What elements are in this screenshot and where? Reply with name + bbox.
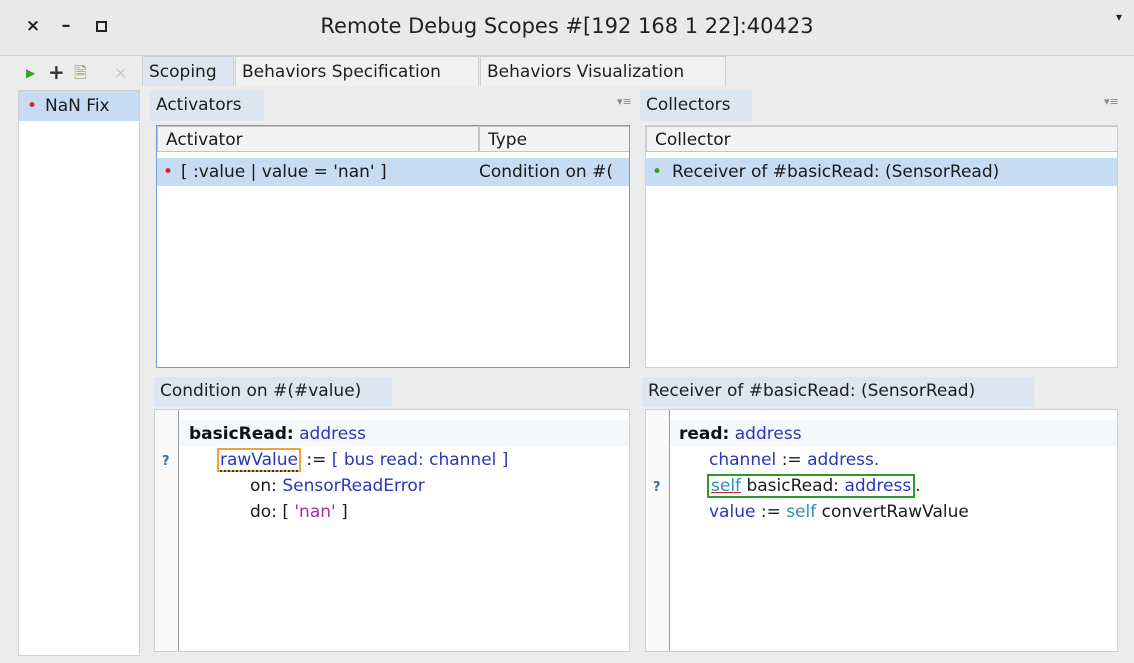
scope-toolbar: ▶ + 🗎 × (18, 60, 140, 86)
activator-value: [ :value | value = 'nan' ] (181, 162, 387, 182)
tab-scoping[interactable]: Scoping (142, 56, 234, 86)
breakpoint-marker-icon[interactable]: ? (162, 454, 170, 469)
code-line: rawValue := [ bus read: channel ] (217, 447, 508, 473)
code-line: value := self convertRawValue (709, 502, 969, 522)
code-line: channel := address. (709, 450, 880, 470)
activators-tab[interactable]: Activators (150, 91, 264, 121)
condition-editor-tab[interactable]: Condition on #(#value) (154, 377, 392, 407)
tab-behaviors-specification[interactable]: Behaviors Specification (235, 56, 479, 86)
breakpoint-marker-icon[interactable]: ? (653, 480, 661, 495)
type-cell: Condition on #( (479, 162, 613, 182)
column-header-collector[interactable]: Collector (646, 126, 1117, 152)
column-header-type[interactable]: Type (479, 126, 629, 152)
highlighted-expression: self basicRead: address (707, 474, 916, 498)
bullet-icon: • (27, 96, 38, 116)
activators-table: Activator Type • [ :value | value = 'nan'… (156, 125, 630, 368)
bullet-icon: • (652, 162, 663, 182)
editor-gutter (646, 410, 670, 651)
highlighted-variable: rawValue (217, 448, 301, 472)
collectors-menu-icon[interactable]: ▾≡ (1104, 95, 1119, 108)
table-row[interactable]: • Receiver of #basicRead: (SensorRead) (646, 158, 1117, 186)
activators-menu-icon[interactable]: ▾≡ (617, 95, 632, 108)
editor-gutter (155, 410, 179, 651)
collector-value: Receiver of #basicRead: (SensorRead) (672, 162, 1000, 182)
window-titlebar: × – Remote Debug Scopes #[192 168 1 22]:… (0, 0, 1134, 56)
condition-code-editor[interactable]: ? basicRead: address rawValue := [ bus r… (154, 409, 630, 652)
receiver-editor-tab[interactable]: Receiver of #basicRead: (SensorRead) (642, 377, 1034, 407)
code-line: on: SensorReadError (250, 476, 425, 496)
remove-scope-button[interactable]: × (114, 60, 127, 86)
collector-cell: • Receiver of #basicRead: (SensorRead) (652, 158, 1112, 186)
code-line: self basicRead: address. (707, 473, 921, 499)
window-menu-icon[interactable]: ▾ (1116, 10, 1122, 24)
window-title: Remote Debug Scopes #[192 168 1 22]:4042… (320, 14, 814, 38)
collectors-table: Collector • Receiver of #basicRead: (Sens… (645, 125, 1118, 368)
play-icon[interactable]: ▶ (26, 60, 35, 86)
edit-scope-icon[interactable]: 🗎 (74, 60, 87, 86)
bullet-icon: • (163, 162, 174, 182)
code-line: do: [ 'nan' ] (250, 502, 348, 522)
column-header-activator[interactable]: Activator (157, 126, 479, 152)
tab-behaviors-visualization[interactable]: Behaviors Visualization (480, 56, 726, 86)
receiver-code-editor[interactable]: ? read: address channel := address. self… (645, 409, 1118, 652)
scope-item-nan-fix[interactable]: • NaN Fix (19, 91, 139, 121)
scope-list: • NaN Fix (18, 90, 140, 656)
activator-cell: • [ :value | value = 'nan' ] (163, 158, 473, 186)
code-line: basicRead: address (189, 424, 366, 444)
collectors-tab[interactable]: Collectors (640, 91, 752, 121)
code-line: read: address (679, 424, 802, 444)
table-row[interactable]: • [ :value | value = 'nan' ] Condition on… (157, 158, 629, 186)
add-scope-button[interactable]: + (48, 59, 65, 85)
scope-item-label: NaN Fix (45, 96, 110, 116)
